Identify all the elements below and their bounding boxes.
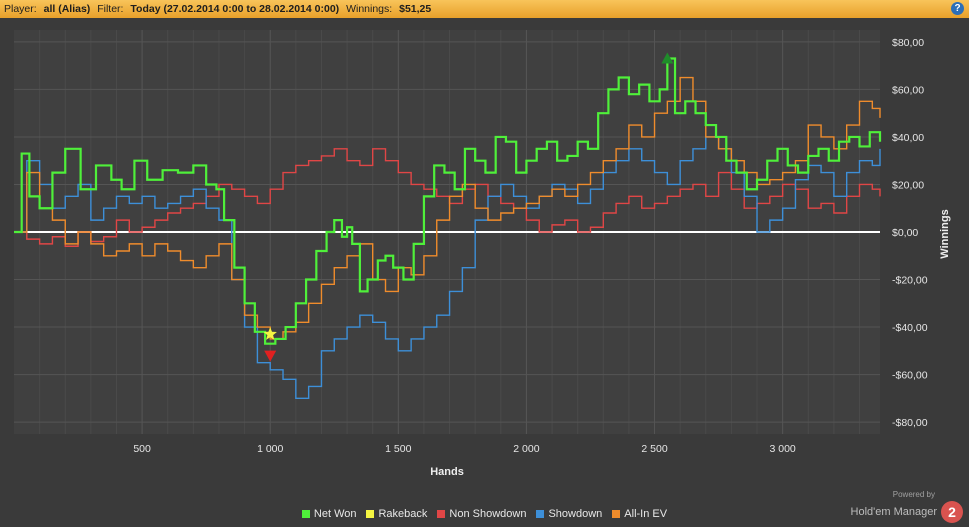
y-tick-label: -$20,00: [892, 275, 928, 287]
legend-label: Showdown: [548, 508, 603, 520]
y-tick-label: $60,00: [892, 84, 924, 96]
legend-label: Non Showdown: [449, 508, 527, 520]
winnings-value: $51,25: [399, 3, 432, 15]
filter-bar: Player: all (Alias) Filter: Today (27.02…: [0, 0, 969, 18]
winnings-label: Winnings:: [346, 3, 393, 15]
legend-item-net-won[interactable]: Net Won: [301, 508, 357, 520]
legend-item-non-showdown[interactable]: Non Showdown: [437, 508, 526, 520]
hem2-logo-icon: 2: [941, 501, 963, 523]
legend-swatch: [612, 510, 621, 518]
x-tick-label: 1 500: [385, 443, 411, 455]
legend-item-rakeback[interactable]: Rakeback: [366, 508, 427, 520]
x-tick-label: 3 000: [769, 443, 795, 455]
legend-label: Net Won: [313, 508, 357, 520]
chart-legend: Net Won Rakeback Non Showdown Showdown All-I…: [0, 506, 969, 522]
x-axis-ticks: 500 1 000 1 500 2 000 2 500 3 000: [133, 443, 796, 455]
x-tick-label: 1 000: [257, 443, 283, 455]
y-tick-label: $20,00: [892, 179, 924, 191]
y-tick-label: -$80,00: [892, 417, 928, 429]
y-tick-label: $0,00: [892, 227, 918, 239]
x-tick-label: 2 500: [641, 443, 667, 455]
branding: Powered by Hold'em Manager 2: [851, 489, 963, 523]
player-value[interactable]: all (Alias): [44, 3, 91, 15]
winnings-chart: $80,00 $60,00 $40,00 $20,00 $0,00 -$20,00 -$40…: [14, 30, 951, 478]
y-tick-label: -$60,00: [892, 370, 928, 382]
x-tick-label: 2 000: [513, 443, 539, 455]
legend-swatch: [437, 510, 446, 518]
y-tick-label: $40,00: [892, 132, 924, 144]
y-axis-ticks: $80,00 $60,00 $40,00 $20,00 $0,00 -$20,00 -$40…: [892, 37, 928, 429]
help-icon[interactable]: ?: [951, 2, 964, 15]
legend-item-showdown[interactable]: Showdown: [536, 508, 602, 520]
x-tick-label: 500: [133, 443, 151, 455]
brand-name: Hold'em Manager: [850, 506, 937, 518]
y-axis-label: Winnings: [939, 209, 951, 258]
legend-swatch: [536, 510, 545, 518]
y-tick-label: -$40,00: [892, 322, 928, 334]
filter-value[interactable]: Today (27.02.2014 0:00 to 28.02.2014 0:0…: [130, 3, 339, 15]
filter-label: Filter:: [97, 3, 124, 15]
y-tick-label: $80,00: [892, 37, 924, 49]
legend-swatch: [366, 510, 375, 518]
player-label: Player:: [4, 3, 37, 15]
legend-item-all-in-ev[interactable]: All-In EV: [612, 508, 667, 520]
x-axis-label: Hands: [430, 466, 464, 478]
powered-by-text: Powered by: [892, 490, 935, 499]
legend-label: Rakeback: [378, 508, 428, 520]
legend-label: All-In EV: [624, 508, 668, 520]
legend-swatch: [301, 510, 310, 518]
